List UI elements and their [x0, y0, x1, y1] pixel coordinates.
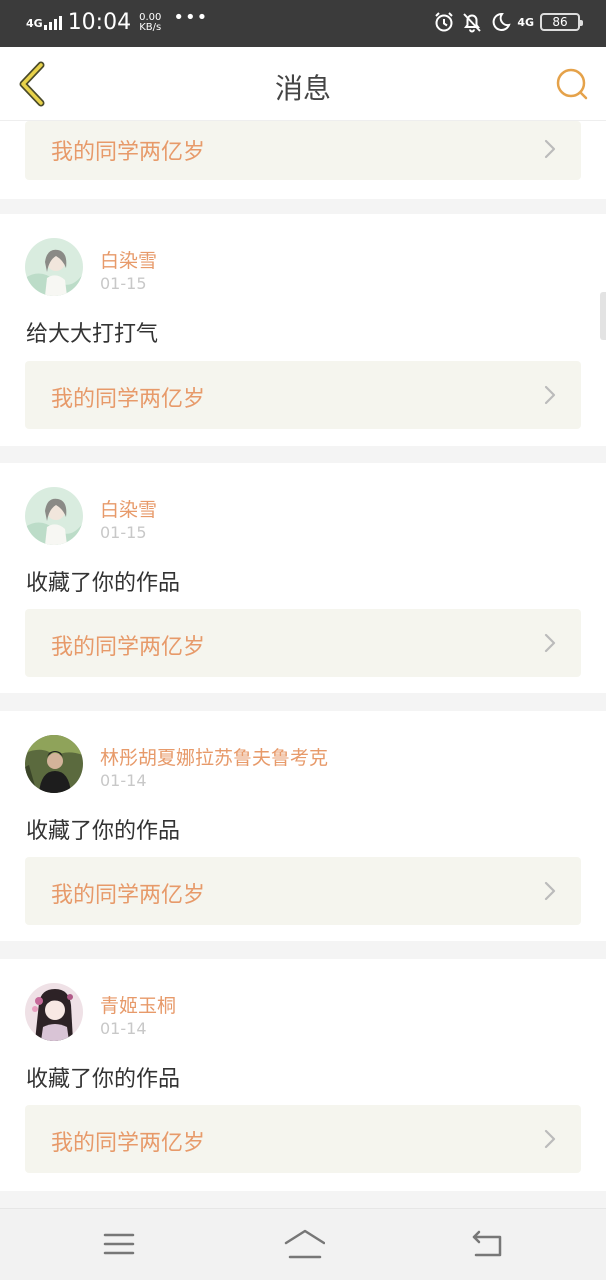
message-date: 01-14 [100, 771, 147, 790]
work-link[interactable]: 我的同学两亿岁 [25, 361, 581, 429]
message-text: 收藏了你的作品 [26, 819, 181, 844]
message-text: 收藏了你的作品 [26, 1067, 181, 1092]
signal-icon [43, 16, 62, 30]
status-left: 4G 10:04 0.00 KB/s ••• [26, 7, 209, 36]
page-title: 消息 [274, 72, 331, 105]
work-link[interactable]: 我的同学两亿岁 [25, 121, 581, 180]
message-text: 收藏了你的作品 [26, 571, 181, 596]
chevron-right-icon [544, 139, 556, 159]
scrollbar[interactable] [600, 292, 606, 340]
work-link[interactable]: 我的同学两亿岁 [25, 1105, 581, 1173]
battery-icon: 86 [540, 13, 583, 31]
username[interactable]: 青姬玉桐 [100, 991, 176, 1018]
message-card: 林彤胡夏娜拉苏鲁夫鲁考克 01-14 收藏了你的作品 我的同学两亿岁 [0, 711, 606, 941]
message-text: 给大大打打气 [26, 322, 159, 347]
home-icon[interactable] [283, 1227, 325, 1261]
battery-level: 86 [552, 15, 568, 29]
search-icon[interactable] [552, 65, 592, 105]
work-link-label: 我的同学两亿岁 [51, 883, 206, 908]
message-date: 01-14 [100, 1019, 147, 1038]
message-date: 01-15 [100, 274, 147, 293]
work-link-label: 我的同学两亿岁 [51, 387, 206, 412]
message-card: 白染雪 01-15 给大大打打气 我的同学两亿岁 [0, 214, 606, 446]
network-type: 4G [26, 16, 43, 30]
app-header: 消息 [0, 47, 606, 121]
avatar[interactable] [25, 983, 83, 1041]
net-speed-unit: KB/s [139, 22, 162, 33]
status-right: 4G 86 [433, 11, 583, 33]
work-link-label: 我的同学两亿岁 [51, 140, 206, 165]
alarm-icon [435, 12, 454, 32]
work-link[interactable]: 我的同学两亿岁 [25, 609, 581, 677]
username[interactable]: 林彤胡夏娜拉苏鲁夫鲁考克 [100, 743, 328, 770]
clock: 10:04 [67, 10, 132, 35]
chevron-right-icon [544, 881, 556, 901]
message-card: 青姬玉桐 01-14 收藏了你的作品 我的同学两亿岁 [0, 959, 606, 1191]
avatar[interactable] [25, 238, 83, 296]
work-link[interactable]: 我的同学两亿岁 [25, 857, 581, 925]
network-type-right: 4G [517, 15, 534, 29]
net-speed: 0.00 KB/s [139, 13, 161, 33]
work-link-label: 我的同学两亿岁 [51, 635, 206, 660]
message-feed[interactable]: 我的同学两亿岁 白染雪 01-15 给大大打打气 我的同学两亿岁 白染雪 01-… [0, 121, 606, 1208]
menu-icon[interactable] [99, 1227, 139, 1261]
chevron-right-icon [544, 385, 556, 405]
username[interactable]: 白染雪 [100, 246, 157, 273]
message-card-partial: 我的同学两亿岁 [0, 121, 606, 199]
notifications-off-icon [463, 13, 482, 33]
avatar[interactable] [25, 487, 83, 545]
chevron-right-icon [544, 633, 556, 653]
message-card: 白染雪 01-15 收藏了你的作品 我的同学两亿岁 [0, 463, 606, 693]
chevron-right-icon [544, 1129, 556, 1149]
username[interactable]: 白染雪 [100, 495, 157, 522]
back-icon[interactable] [468, 1227, 508, 1261]
work-link-label: 我的同学两亿岁 [51, 1131, 206, 1156]
system-nav-bar [0, 1208, 606, 1280]
moon-icon [492, 12, 511, 31]
avatar[interactable] [25, 735, 83, 793]
status-bar: 4G 10:04 0.00 KB/s ••• 4G 86 [0, 0, 606, 47]
message-date: 01-15 [100, 523, 147, 542]
more-notifications: ••• [173, 7, 209, 28]
